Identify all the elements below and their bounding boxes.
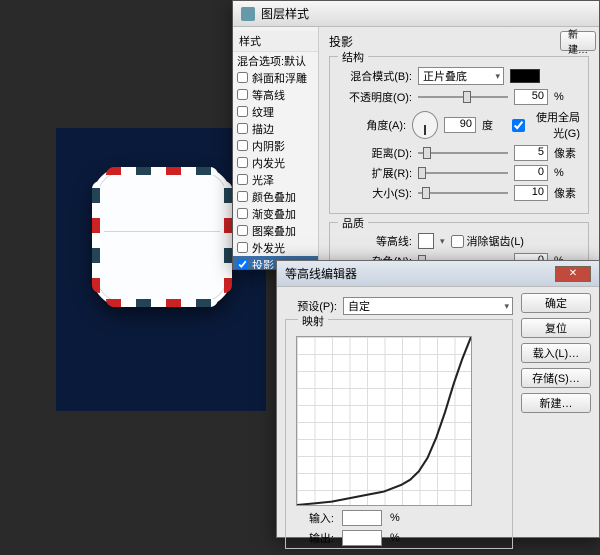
style-item-label: 纹理: [252, 104, 274, 120]
style-item-label: 内发光: [252, 155, 285, 171]
style-item-3[interactable]: 描边: [233, 120, 318, 137]
style-item-6[interactable]: 光泽: [233, 171, 318, 188]
output-label: 输出:: [294, 530, 334, 546]
distance-label: 距离(D):: [338, 145, 412, 161]
layer-style-titlebar[interactable]: 图层样式: [233, 1, 599, 27]
contour-editor-title: 等高线编辑器: [285, 265, 357, 282]
style-item-5[interactable]: 内发光: [233, 154, 318, 171]
save-button[interactable]: 存储(S)…: [521, 368, 591, 388]
output-value[interactable]: [342, 530, 382, 546]
style-item-label: 渐变叠加: [252, 206, 296, 222]
style-item-checkbox[interactable]: [237, 208, 248, 219]
input-value[interactable]: [342, 510, 382, 526]
opacity-value[interactable]: 50: [514, 89, 548, 105]
preset-combo[interactable]: 自定: [343, 297, 513, 315]
shadow-color-swatch[interactable]: [510, 69, 540, 83]
contour-curve-canvas[interactable]: [296, 336, 472, 506]
contour-thumbnail[interactable]: [418, 233, 434, 249]
input-label: 输入:: [294, 510, 334, 526]
angle-label: 角度(A):: [338, 117, 406, 133]
style-item-label: 投影: [252, 257, 274, 270]
contour-dropdown-icon[interactable]: ▾: [440, 236, 445, 247]
layer-style-title: 图层样式: [261, 5, 309, 22]
angle-value[interactable]: 90: [444, 117, 476, 133]
load-button[interactable]: 载入(L)…: [521, 343, 591, 363]
style-item-checkbox[interactable]: [237, 225, 248, 236]
global-light-checkbox[interactable]: 使用全局光(G): [512, 109, 580, 141]
distance-slider[interactable]: [418, 145, 508, 161]
panel-title: 投影: [329, 33, 589, 50]
group-structure: 结构 混合模式(B): 正片叠底 不透明度(O): 50 % 角度(A): 90: [329, 56, 589, 214]
size-value[interactable]: 10: [514, 185, 548, 201]
style-item-label: 外发光: [252, 240, 285, 256]
style-item-label: 内阴影: [252, 138, 285, 154]
app-icon: [241, 7, 255, 21]
close-icon[interactable]: ✕: [555, 266, 591, 282]
ok-button[interactable]: 确定: [521, 293, 591, 313]
antialias-checkbox[interactable]: 消除锯齿(L): [451, 233, 525, 249]
style-item-checkbox[interactable]: [237, 191, 248, 202]
style-item-checkbox[interactable]: [237, 259, 248, 269]
style-item-2[interactable]: 纹理: [233, 103, 318, 120]
blend-mode-combo[interactable]: 正片叠底: [418, 67, 504, 85]
envelope-icon-preview: [92, 167, 232, 307]
contour-editor-titlebar[interactable]: 等高线编辑器 ✕: [277, 261, 599, 287]
style-item-label: 斜面和浮雕: [252, 70, 307, 86]
style-item-0[interactable]: 斜面和浮雕: [233, 69, 318, 86]
mapping-label: 映射: [298, 316, 328, 328]
size-label: 大小(S):: [338, 185, 412, 201]
style-item-checkbox[interactable]: [237, 140, 248, 151]
preset-label: 预设(P):: [285, 298, 337, 314]
style-item-checkbox[interactable]: [237, 89, 248, 100]
styles-header: 样式: [233, 31, 318, 52]
style-item-label: 光泽: [252, 172, 274, 188]
style-item-checkbox[interactable]: [237, 242, 248, 253]
new-style-button[interactable]: 新建…: [560, 31, 596, 51]
style-item-checkbox[interactable]: [237, 106, 248, 117]
style-item-checkbox[interactable]: [237, 174, 248, 185]
style-item-10[interactable]: 外发光: [233, 239, 318, 256]
styles-list: 样式 混合选项:默认 斜面和浮雕等高线纹理描边内阴影内发光光泽颜色叠加渐变叠加图…: [233, 27, 319, 269]
blend-mode-label: 混合模式(B):: [338, 68, 412, 84]
blending-options-item[interactable]: 混合选项:默认: [233, 52, 318, 69]
spread-label: 扩展(R):: [338, 165, 412, 181]
style-item-checkbox[interactable]: [237, 72, 248, 83]
layer-style-dialog: 图层样式 新建… 样式 混合选项:默认 斜面和浮雕等高线纹理描边内阴影内发光光泽…: [232, 0, 600, 270]
style-item-9[interactable]: 图案叠加: [233, 222, 318, 239]
style-item-label: 等高线: [252, 87, 285, 103]
opacity-slider[interactable]: [418, 89, 508, 105]
style-item-checkbox[interactable]: [237, 157, 248, 168]
style-item-8[interactable]: 渐变叠加: [233, 205, 318, 222]
spread-value[interactable]: 0: [514, 165, 548, 181]
reset-button[interactable]: 复位: [521, 318, 591, 338]
angle-knob[interactable]: [412, 111, 438, 139]
opacity-label: 不透明度(O):: [338, 89, 412, 105]
style-item-label: 图案叠加: [252, 223, 296, 239]
style-item-label: 描边: [252, 121, 274, 137]
contour-label: 等高线:: [338, 233, 412, 249]
style-item-checkbox[interactable]: [237, 123, 248, 134]
style-item-1[interactable]: 等高线: [233, 86, 318, 103]
new-button[interactable]: 新建…: [521, 393, 591, 413]
style-item-label: 颜色叠加: [252, 189, 296, 205]
distance-value[interactable]: 5: [514, 145, 548, 161]
spread-slider[interactable]: [418, 165, 508, 181]
style-item-7[interactable]: 颜色叠加: [233, 188, 318, 205]
size-slider[interactable]: [418, 185, 508, 201]
style-item-4[interactable]: 内阴影: [233, 137, 318, 154]
contour-editor-dialog: 等高线编辑器 ✕ 预设(P): 自定 映射 输入: %: [276, 260, 600, 538]
